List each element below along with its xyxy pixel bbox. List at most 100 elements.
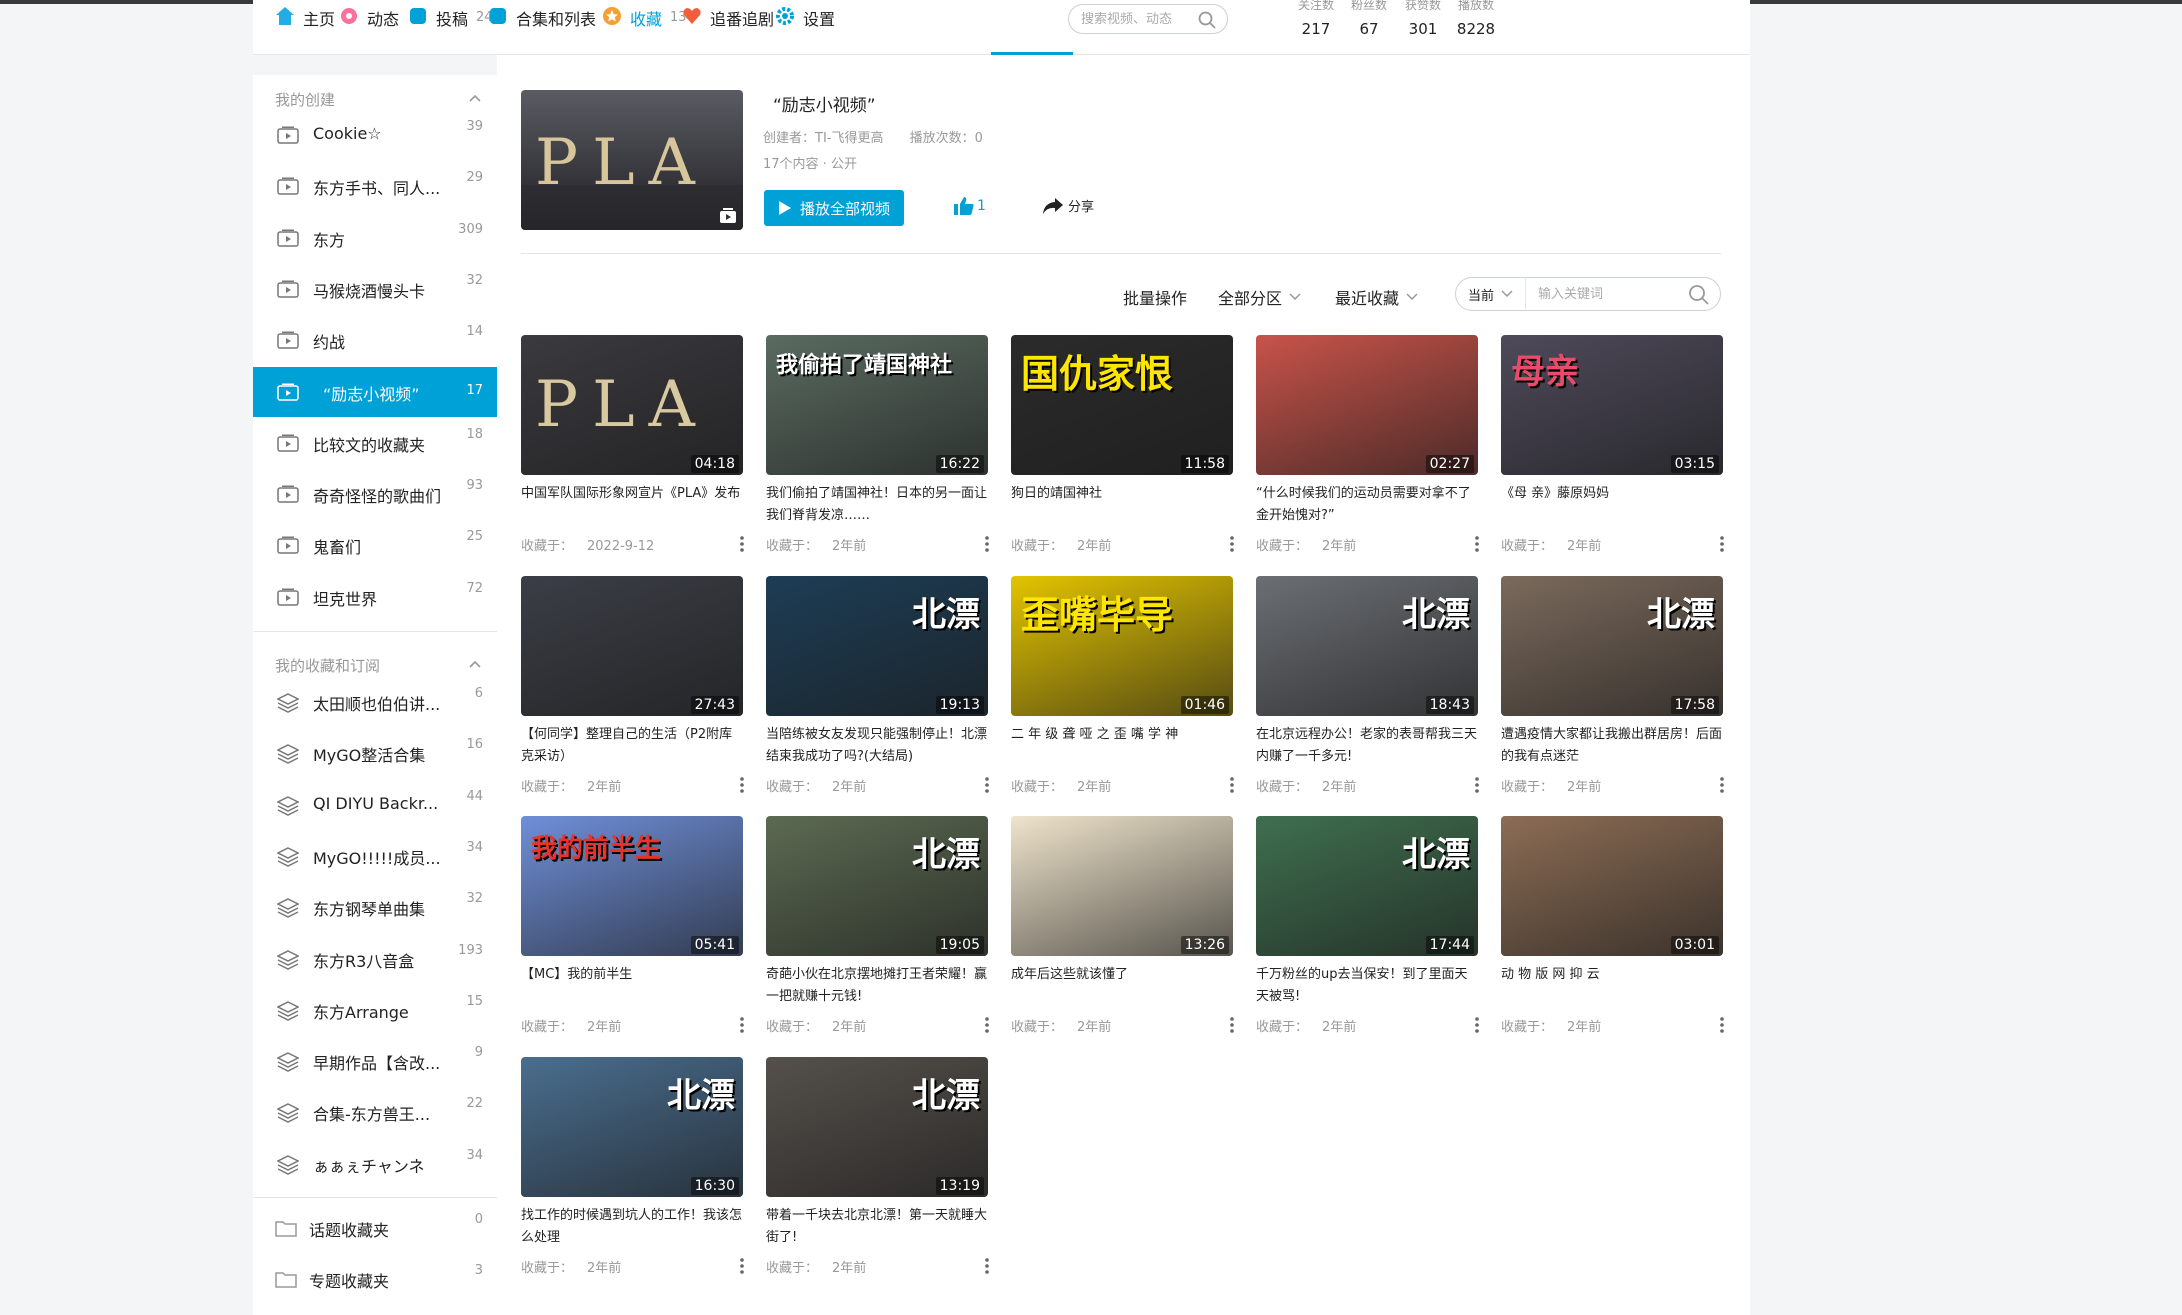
folder-creator[interactable]: 创建者：TI-飞得更高 [763,131,883,146]
like-button[interactable]: 1 [953,196,986,216]
video-thumbnail[interactable]: 北漂 19:13 [766,576,988,716]
more-options-icon[interactable] [1229,1016,1235,1038]
video-card[interactable]: 歪嘴毕导 01:46 二 年 级 聋 哑 之 歪 嘴 学 神收藏于： 2年前 [1011,576,1234,806]
video-card[interactable]: 13:26 成年后这些就该懂了 收藏于： 2年前 [1011,816,1235,1046]
created-folder-item[interactable]: 比较文的收藏夹 18 [253,418,497,468]
video-title[interactable]: 我们偷拍了靖国神社！日本的另一面让我们脊背发凉…… [766,483,988,527]
video-card[interactable]: 北漂 18:43 在北京远程办公！老家的表哥帮我三天内赚了一千多元! 收藏于： 2年前 [1256,576,1480,806]
subscribed-folder-item[interactable]: 合集-东方兽王... 22 [253,1087,497,1137]
video-title[interactable]: 千万粉丝的up去当保安！到了里面天天被骂! [1256,964,1478,1008]
nav-tab-upload[interactable]: 投稿 24 [408,0,493,45]
special-folder-item[interactable]: 话题收藏夹 0 [253,1203,497,1253]
zone-filter-dropdown[interactable]: 全部分区 [1218,285,1302,309]
video-thumbnail[interactable]: 北漂 16:30 [521,1057,743,1197]
video-thumbnail[interactable]: 北漂 17:58 [1501,576,1723,716]
more-options-icon[interactable] [739,1257,745,1279]
subscribed-folder-item[interactable]: 太田顺也伯伯讲... 6 [253,677,497,727]
created-folder-item[interactable]: 马猴烧酒慢头卡 32 [253,264,497,314]
video-card[interactable]: 北漂 19:05 奇葩小伙在北京摆地摊打王者荣耀！赢一把就赚十元钱! 收藏于： 2年前 [766,816,990,1046]
video-title[interactable]: 动 物 版 网 抑 云 [1501,964,1723,1008]
space-search-input[interactable] [1081,11,1191,27]
sort-dropdown[interactable]: 最近收藏 [1335,285,1419,309]
video-card[interactable]: 我的前半生 05:41 【MC】我的前半生 收藏于： 2年前 [521,816,744,1046]
created-folder-item[interactable]: 坦克世界 72 [253,572,497,622]
share-button[interactable]: 分享 [1042,196,1094,215]
video-thumbnail[interactable]: 北漂 19:05 [766,816,988,956]
video-card[interactable]: 北漂 17:44 千万粉丝的up去当保安！到了里面天天被骂! 收藏于： 2年前 [1256,816,1480,1046]
video-title[interactable]: 找工作的时候遇到坑人的工作！我该怎么处理 [521,1205,743,1249]
video-thumbnail[interactable]: 02:27 [1256,335,1478,475]
video-title[interactable]: 遭遇疫情大家都让我搬出群居房！后面的我有点迷茫 [1501,724,1723,768]
folder-cover[interactable]: PLA [521,90,743,230]
more-options-icon[interactable] [984,535,990,557]
more-options-icon[interactable] [1474,1016,1480,1038]
video-card[interactable]: 02:27 “什么时候我们的运动员需要对拿不了金开始愧对?” 收藏于： 2年前 [1256,335,1480,565]
more-options-icon[interactable] [739,776,745,798]
play-all-button[interactable]: 播放全部视频 [764,190,904,226]
video-thumbnail[interactable]: 13:26 [1011,816,1233,956]
more-options-icon[interactable] [1229,535,1235,557]
video-card[interactable]: 北漂 19:13 当陪练被女友发现只能强制停止！北漂结束我成功了吗?(大结局) 收藏于… [766,576,989,806]
video-title[interactable]: 【MC】我的前半生 [521,964,743,1008]
more-options-icon[interactable] [739,535,745,557]
video-card[interactable]: 我偷拍了靖国神社 16:22 我们偷拍了靖国神社！日本的另一面让我们脊背发凉…… 收藏… [766,335,990,565]
more-options-icon[interactable] [984,1016,990,1038]
subscribed-folder-item[interactable]: 东方钢琴单曲集 32 [253,882,497,932]
video-card[interactable]: 03:01 动 物 版 网 抑 云收藏于： 2年前 [1501,816,1724,1046]
search-scope-dropdown[interactable]: 当前 [1456,277,1526,311]
nav-tab-heart[interactable]: 追番追剧 [682,0,774,45]
subscribed-folder-item[interactable]: 东方Arrange 15 [253,985,497,1035]
search-icon[interactable] [1688,284,1710,306]
video-title[interactable]: 《母 亲》藤原妈妈 [1501,483,1723,527]
video-title[interactable]: 当陪练被女友发现只能强制停止！北漂结束我成功了吗?(大结局) [766,724,988,768]
more-options-icon[interactable] [1474,535,1480,557]
video-title[interactable]: 带着一千块去北京北漂！第一天就睡大街了! [766,1205,988,1249]
nav-tab-home[interactable]: 主页 [275,0,335,45]
created-folder-item[interactable]: 奇奇怪怪的歌曲们 93 [253,469,497,519]
video-title[interactable]: 中国军队国际形象网宣片《PLA》发布 [521,483,743,527]
nav-tab-dynamic[interactable]: 动态 [339,0,399,45]
created-folder-item[interactable]: 鬼畜们 25 [253,520,497,570]
chevron-up-icon[interactable] [467,91,483,107]
subscribed-folder-item[interactable]: 东方R3八音盒 193 [253,934,497,984]
video-card[interactable]: 母亲 03:15 《母 亲》藤原妈妈 收藏于： 2年前 [1501,335,1724,565]
more-options-icon[interactable] [1719,776,1725,798]
nav-tab-star[interactable]: 收藏 13 [602,0,687,45]
video-thumbnail[interactable]: 北漂 18:43 [1256,576,1478,716]
video-title[interactable]: 狗日的靖国神社 [1011,483,1233,527]
more-options-icon[interactable] [1474,776,1480,798]
subscribed-folder-item[interactable]: MyGO整活合集 16 [253,728,497,778]
nav-tab-collection[interactable]: 合集和列表0 [488,0,612,45]
video-card[interactable]: 国仇家恨 11:58 狗日的靖国神社 收藏于： 2年前 [1011,335,1235,565]
video-thumbnail[interactable]: 03:01 [1501,816,1723,956]
special-folder-item[interactable]: 专题收藏夹 3 [253,1254,497,1304]
video-card[interactable]: PLA 04:18 中国军队国际形象网宣片《PLA》发布 收藏于： 2022-9-12 [521,335,745,565]
video-title[interactable]: 奇葩小伙在北京摆地摊打王者荣耀！赢一把就赚十元钱! [766,964,988,1008]
video-title[interactable]: “什么时候我们的运动员需要对拿不了金开始愧对?” [1256,483,1478,527]
video-title[interactable]: 二 年 级 聋 哑 之 歪 嘴 学 神 [1011,724,1233,768]
video-thumbnail[interactable]: PLA 04:18 [521,335,743,475]
video-thumbnail[interactable]: 国仇家恨 11:58 [1011,335,1233,475]
created-folder-item[interactable]: 约战 14 [253,315,497,365]
video-title[interactable]: 【何同学】整理自己的生活（P2附库克采访） [521,724,743,768]
video-thumbnail[interactable]: 北漂 17:44 [1256,816,1478,956]
video-thumbnail[interactable]: 我偷拍了靖国神社 16:22 [766,335,988,475]
subscribed-folder-item[interactable]: 早期作品【含改... 9 [253,1036,497,1086]
nav-tab-gear[interactable]: 设置 [775,0,835,45]
created-folder-item[interactable]: 东方手书、同人... 29 [253,161,497,211]
video-thumbnail[interactable]: 我的前半生 05:41 [521,816,743,956]
video-thumbnail[interactable]: 27:43 [521,576,743,716]
created-folder-item[interactable]: 东方 309 [253,213,497,263]
video-thumbnail[interactable]: 北漂 13:19 [766,1057,988,1197]
batch-operation-button[interactable]: 批量操作 [1123,285,1187,309]
subscribed-folder-item[interactable]: QI DIYU Backr... 44 [253,780,497,830]
video-card[interactable]: 北漂 16:30 找工作的时候遇到坑人的工作！我该怎么处理 收藏于： 2年前 [521,1057,745,1287]
video-title[interactable]: 在北京远程办公！老家的表哥帮我三天内赚了一千多元! [1256,724,1478,768]
video-title[interactable]: 成年后这些就该懂了 [1011,964,1233,1008]
chevron-up-icon[interactable] [467,657,483,673]
video-card[interactable]: 北漂 17:58 遭遇疫情大家都让我搬出群居房！后面的我有点迷茫 收藏于： 2年前 [1501,576,1725,806]
created-folder-item[interactable]: “励志小视频” 17 [253,366,497,417]
subscribed-folder-item[interactable]: ぁぁぇチャンネ 34 [253,1139,497,1189]
video-card[interactable]: 北漂 13:19 带着一千块去北京北漂！第一天就睡大街了! 收藏于： 2年前 [766,1057,989,1287]
video-thumbnail[interactable]: 歪嘴毕导 01:46 [1011,576,1233,716]
